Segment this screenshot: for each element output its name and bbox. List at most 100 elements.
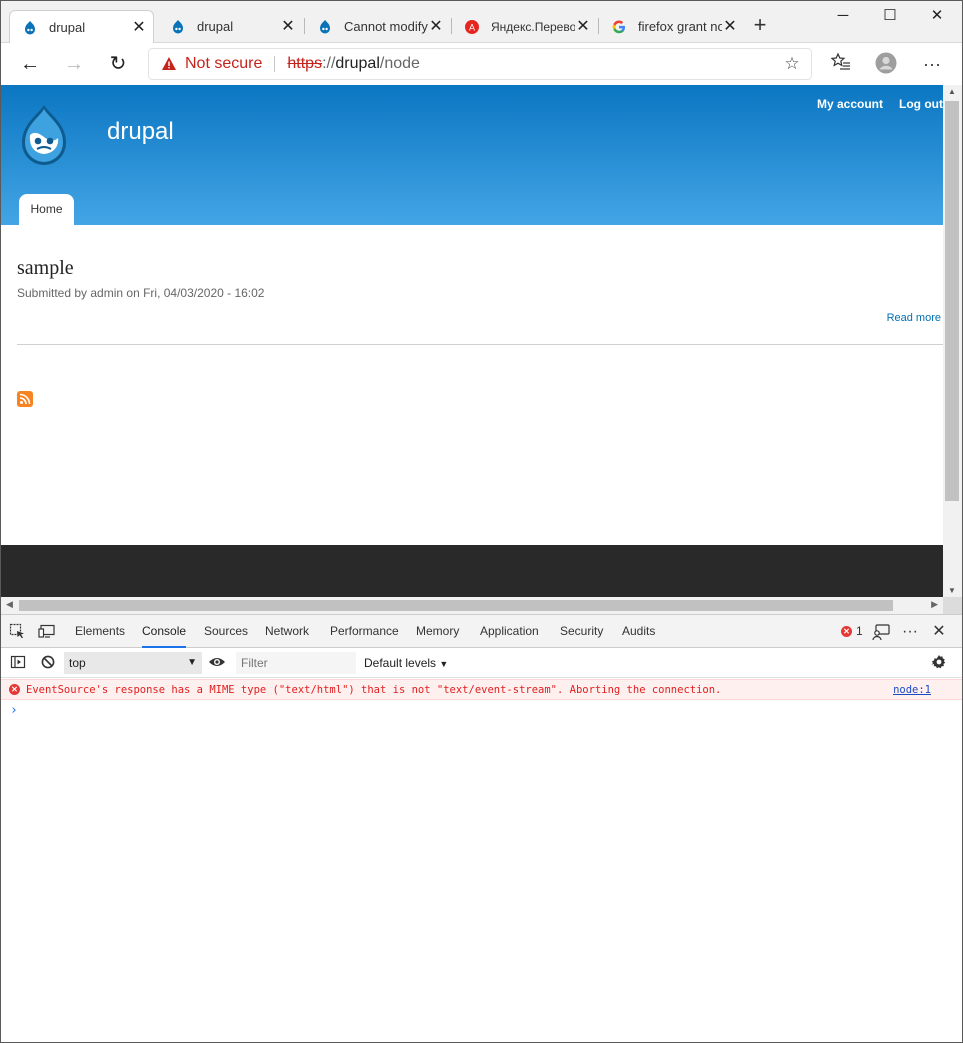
vertical-scrollbar[interactable]: ▲ ▼ [943,85,962,597]
log-levels-dropdown[interactable]: Default levels ▼ [364,652,448,675]
url-host: drupal [335,55,380,72]
device-toolbar-icon[interactable] [38,623,56,641]
submitted-info: Submitted by admin on Fri, 04/03/2020 - … [17,286,265,300]
error-counter[interactable]: ✕ 1 [841,624,863,638]
minimize-icon[interactable]: ─ [831,5,855,27]
divider [17,344,943,345]
device-icon [38,624,55,638]
dropdown-arrow-icon: ▼ [187,657,197,668]
url-scheme: https [287,55,323,72]
node-title[interactable]: sample [17,257,74,280]
browser-tab-4[interactable]: A Яндекс.Перево ✕ [452,10,597,43]
maximize-icon[interactable]: ☐ [878,5,902,27]
devtools-more-icon[interactable]: ··· [901,623,919,641]
browser-tab-3[interactable]: Cannot modify ✕ [305,10,450,43]
error-count: 1 [856,624,863,638]
home-tab[interactable]: Home [19,194,74,225]
tab-title: drupal [197,19,234,34]
rss-feed-icon[interactable] [17,391,33,407]
my-account-link[interactable]: My account [817,97,883,111]
scrollbar-thumb[interactable] [945,101,959,501]
log-out-link[interactable]: Log out [899,97,943,111]
select-element-icon [9,623,24,639]
devtools-tab-memory[interactable]: Memory [416,615,459,648]
inspect-element-icon[interactable] [8,623,26,641]
more-options-icon[interactable]: ··· [920,52,944,76]
scroll-left-icon[interactable]: ◀ [6,599,13,610]
scroll-right-icon[interactable]: ▶ [931,599,938,610]
tab-title: Яндекс.Перево [491,19,575,34]
tab-title: firefox grant no [638,19,722,34]
tab-title: drupal [49,20,86,35]
devtools-tab-elements[interactable]: Elements [75,615,125,648]
console-filter-input[interactable] [236,652,356,674]
devtools-tab-performance[interactable]: Performance [330,615,399,648]
close-devtools-icon[interactable]: ✕ [930,623,948,641]
address-bar[interactable]: Not secure https://drupal/node ☆ [148,48,812,80]
drupal-logo-icon[interactable] [14,103,74,169]
scroll-up-icon[interactable]: ▲ [948,87,956,96]
yandex-translate-icon: A [465,19,479,34]
avatar-icon [875,52,897,74]
address-divider [274,56,276,72]
back-arrow-icon[interactable]: ← [18,52,42,76]
devtools-tab-console[interactable]: Console [142,615,187,648]
browser-tab-5[interactable]: firefox grant no ✕ [599,10,744,43]
clear-console-icon[interactable] [39,654,57,672]
close-icon[interactable]: ✕ [575,18,591,35]
console-prompt[interactable]: › [10,703,18,718]
close-icon[interactable]: ✕ [280,18,296,35]
close-icon[interactable]: ✕ [131,19,147,36]
live-expression-icon[interactable] [208,654,226,672]
forward-arrow-icon[interactable]: → [62,52,86,76]
scroll-down-icon[interactable]: ▼ [948,586,956,595]
feedback-person-icon [872,624,890,641]
security-status[interactable]: Not secure [185,55,262,73]
site-footer [1,545,943,597]
url-path: /node [379,55,420,72]
context-selector[interactable]: top ▼ [64,652,202,674]
log-levels-label: Default levels [364,656,437,670]
devtools-tab-network[interactable]: Network [265,615,309,648]
drupal-icon [173,19,183,33]
devtools-tab-sources[interactable]: Sources [204,615,248,648]
new-tab-button[interactable]: + [749,14,771,36]
gear-icon [931,655,946,669]
refresh-icon[interactable]: ↻ [106,52,130,76]
horizontal-scrollbar[interactable]: ◀ ▶ [1,597,962,614]
feedback-icon[interactable] [872,623,890,641]
close-window-icon[interactable]: ✕ [925,5,949,27]
browser-window: drupal ✕ drupal ✕ Cannot modify ✕ A Янде… [0,0,963,1043]
browser-tab-2[interactable]: drupal ✕ [158,10,302,43]
devtools-panel: Elements Console Sources Network Perform… [1,614,962,1042]
devtools-tab-security[interactable]: Security [560,615,603,648]
url-text[interactable]: https://drupal/node [287,55,420,73]
star-icon[interactable]: ☆ [783,55,801,73]
read-more-link[interactable]: Read more [887,312,941,324]
url-separator: :// [322,55,336,72]
dropdown-arrow-icon: ▼ [439,659,449,669]
error-source-link[interactable]: node:1 [893,684,931,696]
warning-icon [162,57,176,70]
site-name[interactable]: drupal [107,118,174,146]
rss-icon [19,393,31,405]
scrollbar-thumb[interactable] [19,600,893,611]
error-icon: ✕ [9,684,20,695]
devtools-tab-application[interactable]: Application [480,615,539,648]
console-settings-icon[interactable] [930,654,948,672]
tab-strip: drupal ✕ drupal ✕ Cannot modify ✕ A Янде… [1,1,962,44]
console-error-row: ✕ EventSource's response has a MIME type… [1,679,962,700]
google-icon [612,20,625,33]
devtools-tab-bar: Elements Console Sources Network Perform… [1,615,962,648]
site-header: drupal My account Log out Home [1,85,943,225]
sidebar-toggle-icon[interactable] [9,654,27,672]
devtools-tab-audits[interactable]: Audits [622,615,655,648]
close-icon[interactable]: ✕ [428,18,444,35]
favorites-icon[interactable] [829,52,853,76]
favorites-list-icon [830,52,850,70]
secondary-menu: My account Log out [801,97,943,111]
eye-icon [209,658,225,666]
close-icon[interactable]: ✕ [722,18,738,35]
profile-avatar[interactable] [874,52,898,76]
browser-tab-1[interactable]: drupal ✕ [9,10,154,44]
